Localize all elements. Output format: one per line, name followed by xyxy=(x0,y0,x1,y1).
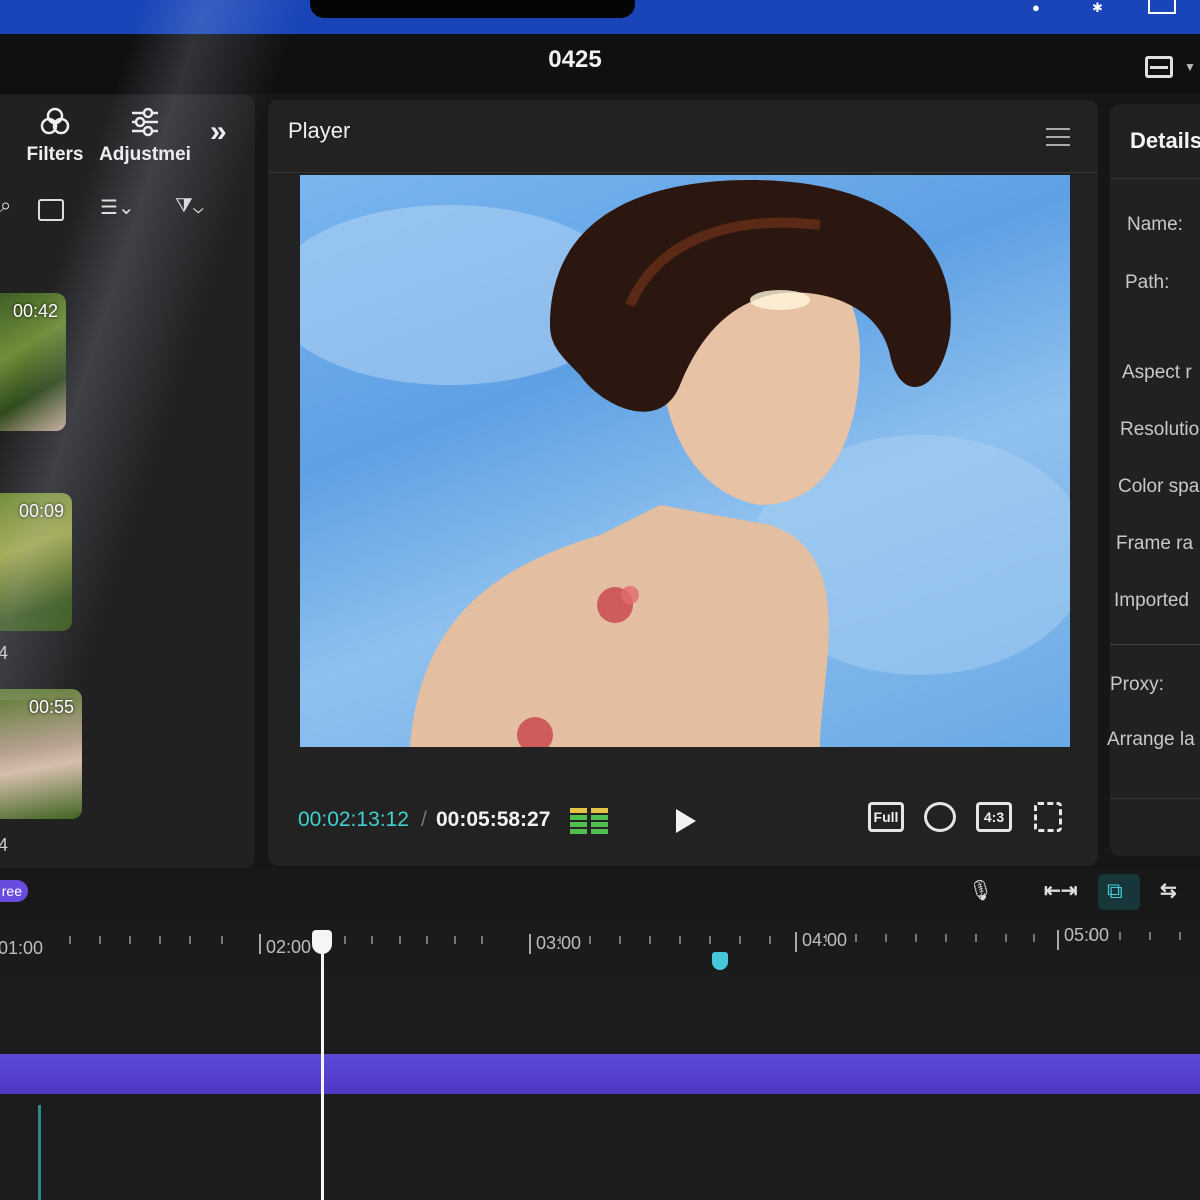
adjustment-sliders-icon xyxy=(132,107,158,137)
detail-label-proxy: Proxy: xyxy=(1110,674,1164,695)
timeline-toolbar xyxy=(0,868,1200,918)
player-panel: Player 00:02:13:12 / 00:05:58:27 Full 4:… xyxy=(268,100,1098,866)
project-title: 0425 xyxy=(548,46,602,73)
search-icon[interactable]: ⌕ xyxy=(0,195,11,218)
timecode-separator: / xyxy=(421,808,427,831)
detail-label-aspect: Aspect r xyxy=(1122,362,1192,383)
os-menu-bar: ● ✱ xyxy=(0,0,1200,34)
media-panel: Filters Adjustmei » ⌕ ☰⌄ ⧩⌄ 00:42 00:09 … xyxy=(0,95,255,868)
divider xyxy=(1110,798,1200,799)
double-chevron-right-icon[interactable]: » xyxy=(210,115,227,149)
filters-label: Filters xyxy=(26,144,84,165)
window-icon[interactable] xyxy=(1148,0,1176,14)
timeline-marker[interactable] xyxy=(712,952,728,970)
playhead-handle[interactable] xyxy=(312,930,332,954)
filters-tool[interactable]: Filters xyxy=(15,105,95,166)
ruler-label: 02:00 xyxy=(266,937,312,957)
bluetooth-icon[interactable]: ✱ xyxy=(1092,0,1103,18)
grid-view-icon[interactable] xyxy=(38,199,64,221)
play-icon[interactable] xyxy=(670,806,700,836)
divider xyxy=(1110,178,1200,179)
detail-label-imported: Imported xyxy=(1114,590,1189,611)
menu-icon[interactable] xyxy=(1046,128,1070,146)
track-edge xyxy=(38,1105,41,1200)
details-panel: Details Name: Path: Aspect r Resolutio C… xyxy=(1107,104,1200,856)
clip-name: 4 xyxy=(0,643,9,663)
current-timecode: 00:02:13:12 xyxy=(298,808,409,831)
adjustment-label: Adjustmei xyxy=(99,144,191,165)
full-quality-button[interactable]: Full xyxy=(868,802,904,832)
clip-thumbnail[interactable]: 00:09 xyxy=(0,493,72,631)
main-video-track[interactable] xyxy=(0,1054,1200,1094)
detail-label-resolution: Resolutio xyxy=(1120,419,1200,440)
layout-icon[interactable] xyxy=(1145,56,1173,78)
aspect-ratio-button[interactable]: 4:3 xyxy=(976,802,1012,832)
chevron-down-icon[interactable]: ▼ xyxy=(1184,60,1196,74)
ruler-label: 04:00 xyxy=(802,930,848,950)
player-title: Player xyxy=(288,118,351,143)
title-bar: 0425 ▼ xyxy=(0,34,1200,94)
snap-toggle[interactable]: ⧉ xyxy=(1098,874,1140,910)
ruler-label: 01:00 xyxy=(0,938,44,958)
clip-duration: 00:09 xyxy=(18,501,64,521)
zoom-fit-icon[interactable] xyxy=(924,802,956,832)
filter-icon[interactable]: ⧩⌄ xyxy=(175,195,204,218)
detail-label-arrange-layers: Arrange la xyxy=(1107,729,1195,750)
playhead[interactable] xyxy=(321,942,324,1200)
sort-icon[interactable]: ☰⌄ xyxy=(100,195,135,220)
clip-duration: 00:55 xyxy=(28,697,74,717)
preview-frame-image xyxy=(300,180,1070,747)
adjustment-tool[interactable]: Adjustmei xyxy=(95,105,195,166)
detail-label-frame-rate: Frame ra xyxy=(1116,533,1194,554)
ruler-label: 05:00 xyxy=(1064,925,1110,945)
fullscreen-icon[interactable] xyxy=(1034,802,1062,832)
ruler-label: 03:00 xyxy=(536,933,582,953)
snap-icon: ⧉ xyxy=(1107,878,1123,903)
timeline-ruler[interactable]: 01:00 02:00 03:00 04:00 05:00 xyxy=(0,920,1200,970)
media-toolbar: ⌕ ☰⌄ ⧩⌄ xyxy=(0,195,245,225)
clip-thumbnail[interactable]: 00:42 xyxy=(0,293,66,431)
ruler-ticks xyxy=(69,930,1181,954)
link-clips-icon[interactable]: ⇤⇥ xyxy=(1044,878,1078,903)
details-title: Details xyxy=(1130,128,1200,153)
detail-label-name: Name: xyxy=(1127,214,1183,235)
clip-thumbnail[interactable]: 00:55 xyxy=(0,689,82,819)
clip-duration: 00:42 xyxy=(12,301,58,321)
divider xyxy=(1110,644,1200,645)
clip-name: 4 xyxy=(0,835,9,855)
status-icon: ● xyxy=(1032,0,1040,15)
detail-label-color-space: Color spa xyxy=(1118,476,1200,497)
audio-meter-icon xyxy=(570,808,608,834)
camera-notch xyxy=(310,0,635,18)
video-preview[interactable] xyxy=(300,175,1070,747)
preview-axis-icon[interactable]: ⇆ xyxy=(1160,878,1177,903)
detail-label-path: Path: xyxy=(1125,272,1170,293)
divider xyxy=(268,172,1098,173)
total-timecode: 00:05:58:27 xyxy=(436,808,551,831)
free-badge: ree xyxy=(0,880,28,902)
filters-icon xyxy=(40,107,70,135)
microphone-icon[interactable]: 🎙 xyxy=(968,878,993,903)
